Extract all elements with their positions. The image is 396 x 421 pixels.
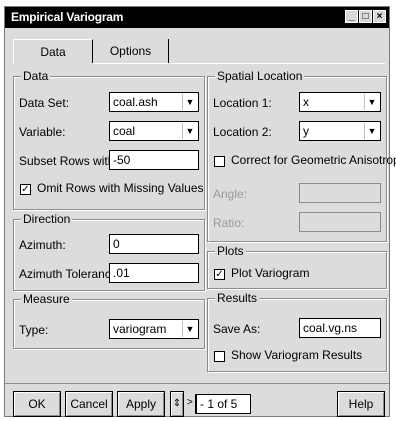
tab-data-label: Data xyxy=(40,45,66,59)
tab-divider xyxy=(93,63,385,64)
azimuth-value: 0 xyxy=(113,237,120,251)
data-set-value: coal.ash xyxy=(113,95,158,109)
save-as-input[interactable]: coal.vg.ns xyxy=(299,318,381,338)
results-group-title: Results xyxy=(215,291,260,305)
plot-variogram-checkbox[interactable]: ✓ xyxy=(214,269,225,280)
tab-data[interactable]: Data xyxy=(13,39,93,63)
page-indicator-text: - 1 of 5 xyxy=(200,397,238,411)
location-2-select[interactable]: y ▼ xyxy=(299,121,381,141)
chevron-down-icon[interactable]: ▼ xyxy=(364,94,379,110)
angle-label: Angle: xyxy=(213,187,248,201)
dialog-window: Empirical Variogram _ □ × Data Options D… xyxy=(4,6,396,417)
omit-missing-label: Omit Rows with Missing Values xyxy=(37,181,204,195)
type-select[interactable]: variogram ▼ xyxy=(109,319,199,339)
apply-button-label: Apply xyxy=(125,397,157,411)
tab-options[interactable]: Options xyxy=(93,39,169,63)
page-spinner-button[interactable]: ⇕ xyxy=(170,391,184,417)
save-as-label: Save As: xyxy=(213,322,261,336)
page-indicator: - 1 of 5 xyxy=(195,394,251,414)
maximize-icon[interactable]: □ xyxy=(359,10,372,23)
cancel-button-label: Cancel xyxy=(70,397,108,411)
location-1-select[interactable]: x ▼ xyxy=(299,92,381,112)
chevron-down-icon[interactable]: ▼ xyxy=(182,321,197,337)
location-2-label: Location 2: xyxy=(213,125,272,139)
subset-rows-input[interactable]: -50 xyxy=(109,150,199,170)
variable-value: coal xyxy=(113,124,136,138)
chevron-down-icon[interactable]: ▼ xyxy=(364,123,379,139)
location-2-value: y xyxy=(303,124,309,138)
help-button[interactable]: Help xyxy=(337,391,385,417)
data-set-select[interactable]: coal.ash ▼ xyxy=(109,92,199,112)
correct-anisotropy-checkbox[interactable] xyxy=(214,156,225,167)
azimuth-tolerance-label: Azimuth Tolerance: xyxy=(19,267,121,281)
plots-group-title: Plots xyxy=(215,244,246,258)
cancel-button[interactable]: Cancel xyxy=(65,391,113,417)
data-set-label: Data Set: xyxy=(19,96,70,110)
chevron-down-icon[interactable]: ▼ xyxy=(182,94,197,110)
minimize-icon[interactable]: _ xyxy=(345,10,358,23)
ok-button[interactable]: OK xyxy=(13,391,61,417)
apply-button[interactable]: Apply xyxy=(117,391,165,417)
ok-button-label: OK xyxy=(28,397,46,411)
show-results-checkbox[interactable] xyxy=(214,351,225,362)
ratio-input[interactable] xyxy=(299,212,381,232)
subset-rows-value: -50 xyxy=(113,153,131,167)
ratio-label: Ratio: xyxy=(213,216,245,230)
data-group-title: Data xyxy=(21,69,51,83)
subset-rows-label: Subset Rows with: xyxy=(19,154,118,168)
spatial-location-group-title: Spatial Location xyxy=(215,69,305,83)
save-as-value: coal.vg.ns xyxy=(303,321,358,335)
angle-input[interactable] xyxy=(299,183,381,203)
direction-group-title: Direction xyxy=(21,212,73,226)
azimuth-label: Azimuth: xyxy=(19,238,66,252)
variable-select[interactable]: coal ▼ xyxy=(109,121,199,141)
tab-options-label: Options xyxy=(109,44,152,58)
spinner-arrows-icon: ⇕ xyxy=(172,398,182,409)
location-1-value: x xyxy=(303,95,309,109)
measure-group-title: Measure xyxy=(21,292,72,306)
title-bar[interactable]: Empirical Variogram _ □ × xyxy=(5,7,389,28)
azimuth-tolerance-value: .01 xyxy=(113,266,130,280)
omit-missing-checkbox[interactable]: ✓ xyxy=(20,184,31,195)
location-1-label: Location 1: xyxy=(213,96,272,110)
type-label: Type: xyxy=(19,323,49,337)
plot-variogram-label: Plot Variogram xyxy=(231,266,310,280)
azimuth-tolerance-input[interactable]: .01 xyxy=(109,263,199,283)
show-results-label: Show Variogram Results xyxy=(231,348,363,362)
correct-anisotropy-label: Correct for Geometric Anisotropy xyxy=(231,153,396,167)
azimuth-input[interactable]: 0 xyxy=(109,234,199,254)
close-icon[interactable]: × xyxy=(373,10,386,23)
type-value: variogram xyxy=(113,322,167,336)
chevron-down-icon[interactable]: ▼ xyxy=(182,123,197,139)
next-page-icon[interactable]: > xyxy=(187,397,193,408)
footer-separator xyxy=(5,383,389,384)
window-title: Empirical Variogram xyxy=(11,10,124,24)
variable-label: Variable: xyxy=(19,125,66,139)
help-button-label: Help xyxy=(348,397,374,411)
